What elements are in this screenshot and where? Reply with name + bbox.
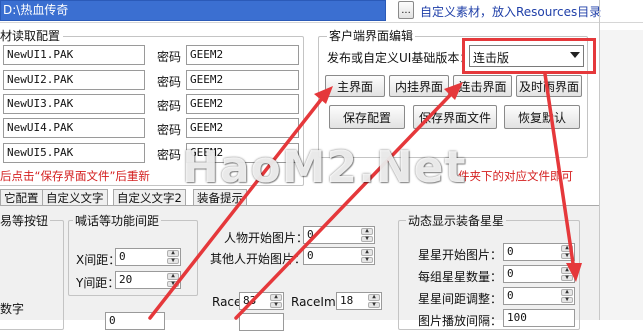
pak-file-field[interactable]: NewUI4.PAK [3, 118, 145, 138]
equip-button-title: 易等按钮 [0, 212, 51, 229]
password-field[interactable]: GEEM2 [186, 45, 299, 65]
inner-hook-ui-button[interactable]: 内挂界面 [389, 75, 449, 97]
star-count-label: 每组星星数量： [418, 270, 503, 284]
star-start-spinner[interactable]: 0 ▲ ▼ [503, 243, 575, 261]
restore-default-button[interactable]: 恢复默认 [504, 105, 580, 129]
pak-file-name: NewUI5.PAK [7, 146, 74, 159]
password-label: 密码 [157, 50, 182, 64]
path-value: D:\热血传奇 [3, 3, 69, 17]
y-spacing-spinner[interactable]: 20 ▲ ▼ [115, 271, 181, 289]
star-count-spinner[interactable]: 0 ▲ ▼ [503, 265, 575, 283]
password-field[interactable]: GEEM2 [186, 94, 299, 114]
main-ui-button[interactable]: 主界面 [325, 75, 385, 97]
pak-file-field[interactable]: NewUI2.PAK [3, 70, 145, 90]
password-value: GEEM2 [190, 73, 224, 86]
race-spinner[interactable]: 83 ▲ ▼ [239, 292, 284, 310]
combo-ui-button[interactable]: 连击界面 [453, 75, 512, 97]
star-gap-spinner[interactable]: 0 ▲ ▼ [503, 287, 575, 305]
password-value: GEEM2 [190, 121, 224, 134]
spinner-arrows-icon[interactable]: ▲ ▼ [368, 294, 380, 308]
spinner-arrows-icon[interactable]: ▲ ▼ [361, 228, 373, 242]
pak-file-name: NewUI4.PAK [7, 121, 74, 134]
digits-title: 数字 [0, 300, 27, 317]
y-spacing-label: Y间距： [76, 276, 120, 290]
other-start-image-value: 0 [307, 249, 314, 262]
path-field[interactable]: D:\热血传奇 [0, 0, 386, 21]
star-play-label: 图片播放间隔： [418, 314, 503, 328]
save-config-button[interactable]: 保存配置 [329, 105, 405, 129]
x-spacing-value: 0 [119, 250, 126, 263]
top-divider [0, 22, 643, 23]
shout-spacing-title: 喊话等功能间距 [73, 212, 162, 229]
star-gap-value: 0 [507, 289, 514, 302]
star-start-label: 星星开始图片： [418, 248, 503, 262]
pak-file-field[interactable]: NewUI3.PAK [3, 94, 145, 114]
password-label: 密码 [157, 75, 182, 89]
char-start-image-value: 0 [307, 228, 314, 241]
raceimg-value: 18 [340, 294, 354, 307]
other-start-image-label: 其他人开始图片： [210, 252, 307, 266]
x-spacing-label: X间距： [76, 253, 121, 267]
browse-button[interactable]: ... [398, 1, 414, 19]
tab-custom-text-2[interactable]: 自定义文字2 [113, 189, 186, 206]
spinner-arrows-icon[interactable]: ▲ ▼ [270, 294, 282, 308]
password-field[interactable]: GEEM2 [186, 118, 299, 138]
spinner-arrows-icon[interactable]: ▲ ▼ [361, 249, 373, 263]
password-label: 密码 [157, 99, 182, 113]
pak-file-name: NewUI3.PAK [7, 97, 74, 110]
rain-ui-button[interactable]: 及时雨界面 [516, 75, 582, 97]
star-play-value: 100 [507, 311, 527, 324]
partial-value: 0 [109, 314, 116, 327]
other-start-image-spinner[interactable]: 0 ▲ ▼ [303, 247, 375, 265]
tab-other-config[interactable]: 它配置 [0, 189, 43, 206]
partial-race-spinner[interactable] [239, 313, 284, 331]
right-strip [600, 30, 643, 320]
spinner-arrows-icon[interactable]: ▲ ▼ [167, 250, 179, 264]
raceimg-spinner[interactable]: 18 ▲ ▼ [336, 292, 382, 310]
material-config-title: 材读取配置 [0, 27, 64, 44]
x-spacing-spinner[interactable]: 0 ▲ ▼ [115, 248, 181, 266]
race-label: Race [212, 295, 242, 309]
char-start-image-label: 人物开始图片： [224, 231, 309, 245]
password-value: GEEM2 [190, 48, 224, 61]
char-start-image-spinner[interactable]: 0 ▲ ▼ [303, 226, 375, 244]
star-count-value: 0 [507, 267, 514, 280]
password-value: GEEM2 [190, 97, 224, 110]
spinner-arrows-icon[interactable]: ▲ ▼ [167, 273, 179, 287]
password-label: 密码 [157, 148, 182, 162]
star-play-spinner[interactable]: 100 [503, 309, 575, 327]
ui-editor-title: 客户端界面编辑 [327, 27, 416, 44]
pak-file-field[interactable]: NewUI1.PAK [3, 45, 145, 65]
notice-text-right: 件夹下的对应文件即可 [458, 169, 573, 183]
custom-material-link[interactable]: 自定义素材，放入Resources目录 [420, 3, 601, 20]
watermark: HaoM2.Net [182, 142, 467, 193]
pak-file-name: NewUI1.PAK [7, 48, 74, 61]
version-label: 发布或自定义UI基础版本： [327, 51, 472, 65]
right-strip-divider [599, 0, 600, 320]
star-start-value: 0 [507, 245, 514, 258]
equip-stars-title: 动态显示装备星星 [406, 212, 507, 229]
y-spacing-value: 20 [119, 273, 133, 286]
spinner-arrows-icon[interactable]: ▲ ▼ [561, 289, 573, 303]
password-field[interactable]: GEEM2 [186, 70, 299, 90]
save-ui-file-button[interactable]: 保存界面文件 [413, 105, 497, 129]
partial-spinner[interactable]: 0 [105, 312, 165, 330]
race-value: 83 [243, 294, 257, 307]
pak-file-field[interactable]: NewUI5.PAK [3, 143, 145, 163]
notice-text-left: 后点击“保存界面文件”后重新 [0, 169, 150, 183]
password-label: 密码 [157, 123, 182, 137]
version-highlight-box [462, 38, 596, 74]
star-gap-label: 星星间距调整： [418, 292, 503, 306]
spinner-arrows-icon[interactable]: ▲ ▼ [561, 267, 573, 281]
pak-file-name: NewUI2.PAK [7, 73, 74, 86]
spinner-arrows-icon[interactable]: ▲ ▼ [561, 245, 573, 259]
tab-custom-text[interactable]: 自定义文字 [42, 189, 108, 206]
